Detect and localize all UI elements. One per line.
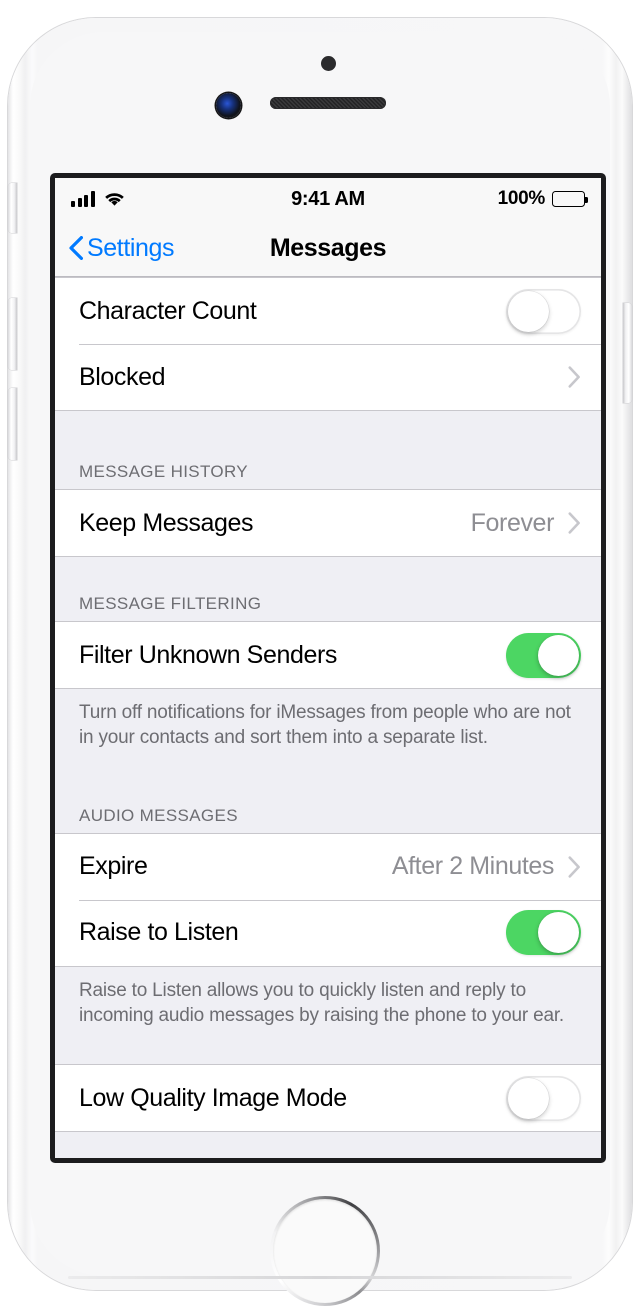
settings-row-label: Blocked: [79, 362, 166, 391]
toggle-switch[interactable]: [506, 910, 581, 956]
back-button-label: Settings: [87, 233, 175, 262]
settings-row-value: After 2 Minutes: [391, 852, 555, 881]
chevron-left-icon: [69, 236, 83, 260]
back-button[interactable]: Settings: [55, 233, 175, 263]
chevron-right-icon: [568, 512, 581, 534]
settings-row-value: Forever: [470, 508, 555, 537]
chevron-right-icon: [568, 366, 581, 388]
section-header: MESSAGE FILTERING: [79, 594, 262, 613]
settings-group: Filter Unknown Senders: [55, 621, 601, 689]
settings-row[interactable]: Raise to Listen: [55, 899, 601, 966]
settings-row-label: Expire: [79, 852, 148, 881]
screen-content: 9:41 AM 100% Settings Messages Character…: [55, 178, 601, 1158]
battery-percent-label: 100%: [497, 188, 546, 209]
settings-row[interactable]: Character Count: [55, 278, 601, 344]
navigation-bar: Settings Messages: [55, 220, 601, 277]
bottom-seam: [68, 1276, 572, 1279]
iphone-device-frame: 9:41 AM 100% Settings Messages Character…: [8, 18, 632, 1306]
volume-down-button-icon[interactable]: [8, 388, 17, 460]
status-bar: 9:41 AM 100%: [55, 178, 601, 220]
settings-group: Expire After 2 Minutes Raise to Listen: [55, 832, 601, 967]
chevron-right-icon: [568, 855, 581, 878]
settings-row[interactable]: Blocked: [55, 344, 601, 410]
settings-table-view: Character Count Blocked MESSAGE HISTORY Kee…: [55, 277, 601, 1133]
settings-row-label: Character Count: [79, 296, 257, 325]
power-button-icon[interactable]: [623, 303, 632, 403]
toggle-switch[interactable]: [506, 288, 581, 334]
status-bar-right: 100%: [497, 178, 588, 220]
toggle-switch[interactable]: [506, 1075, 581, 1121]
settings-row[interactable]: Keep Messages Forever: [55, 490, 601, 556]
settings-group: Keep Messages Forever: [55, 489, 601, 557]
battery-full-icon: [552, 191, 588, 207]
settings-row-label: Filter Unknown Senders: [79, 640, 337, 669]
section-header: AUDIO MESSAGES: [79, 805, 238, 825]
settings-row[interactable]: Low Quality Image Mode: [55, 1065, 601, 1132]
settings-row-label: Low Quality Image Mode: [79, 1083, 347, 1112]
ring-silent-switch-icon[interactable]: [8, 183, 17, 233]
home-button-icon[interactable]: [270, 1196, 380, 1306]
earpiece-speaker-icon: [270, 97, 386, 109]
toggle-knob: [508, 1077, 549, 1119]
phone-screen: 9:41 AM 100% Settings Messages Character…: [50, 173, 606, 1163]
settings-row-label: Raise to Listen: [79, 918, 239, 947]
volume-up-button-icon[interactable]: [8, 298, 17, 370]
settings-row[interactable]: Expire After 2 Minutes: [55, 833, 601, 900]
proximity-sensor-icon: [321, 56, 336, 71]
section-footer: Raise to Listen allows you to quickly li…: [79, 979, 565, 1026]
toggle-switch[interactable]: [506, 632, 581, 678]
settings-row-label: Keep Messages: [79, 508, 254, 537]
toggle-knob: [538, 912, 579, 954]
section-header: MESSAGE HISTORY: [79, 462, 248, 481]
settings-row[interactable]: Filter Unknown Senders: [55, 622, 601, 688]
front-camera-icon: [216, 93, 241, 118]
section-footer: Turn off notifications for iMessages fro…: [79, 702, 571, 749]
settings-group: Character Count Blocked: [55, 277, 601, 411]
toggle-knob: [538, 634, 579, 676]
settings-group: Low Quality Image Mode: [55, 1064, 601, 1133]
toggle-knob: [508, 290, 549, 332]
